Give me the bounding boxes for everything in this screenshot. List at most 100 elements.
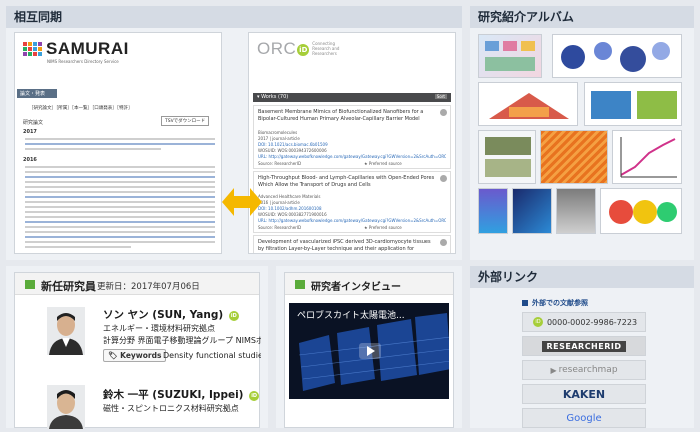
orcid-logo: ORC iD Connecting Research and Researche… [257, 39, 352, 59]
orcid-id-icon: iD [297, 44, 310, 56]
samurai-dots-icon [23, 42, 42, 56]
text-line [25, 216, 215, 218]
text-line [25, 143, 215, 145]
orcid-works-header: ▾ Works (70) Sort [253, 93, 451, 102]
orcid-badge-icon[interactable]: iD [249, 391, 260, 401]
keywords-label: Keywords [120, 351, 162, 360]
researcher-photo[interactable] [47, 307, 85, 355]
interview-section: 研究者インタビュー ペロブスカイト太陽電池... [276, 266, 462, 428]
tag-icon: 🏷 [108, 351, 118, 360]
researcher-name[interactable]: ソン ヤン (SUN, Yang) iD [103, 307, 239, 322]
orcid-work-preferred: ★ Preferred source [364, 161, 402, 166]
external-section-header: 外部リンク [470, 266, 694, 288]
orcid-badge-icon[interactable]: iD [228, 311, 239, 321]
samurai-download-button: TSVでダウンロード [161, 116, 210, 126]
samurai-subtitle: NIMS Researchers Directory Service [47, 59, 119, 64]
orcid-screenshot[interactable]: ORC iD Connecting Research and Researche… [248, 32, 456, 254]
album-image[interactable] [540, 130, 608, 184]
orcid-icon: iD [532, 317, 543, 327]
gear-icon [440, 175, 447, 182]
gear-icon [440, 239, 447, 246]
orcid-work-preferred: ★ Preferred source [364, 225, 402, 230]
orcid-work-item: High-Throughput Blood- and Lymph-Capilla… [253, 171, 451, 233]
album-image[interactable] [584, 82, 682, 126]
researcher-group: 計算分野 界面電子移動理論グループ NIMSポスドク [103, 336, 261, 345]
album-image[interactable] [478, 188, 508, 234]
external-section-title: 外部リンク [478, 270, 539, 284]
text-line [25, 176, 215, 178]
new-researchers-updated: 更新日：2017年07月06日 [97, 282, 200, 292]
samurai-logo-text: SAMURAI [46, 39, 129, 58]
researcher-name[interactable]: 鈴木 一平 (SUZUKI, Ippei) iD [103, 387, 260, 402]
text-line [25, 241, 215, 243]
orcid-work-item: Basement Membrane Mimics of Biofunctiona… [253, 105, 451, 169]
album-image[interactable] [478, 130, 536, 184]
samurai-logo: SAMURAI [23, 39, 129, 59]
play-icon: ▶ [550, 365, 557, 375]
researcherid-link-button[interactable]: RESEARCHERID [522, 336, 646, 356]
google-link-button[interactable]: Google [522, 408, 646, 428]
orcid-tagline: Connecting Research and Researchers [312, 41, 340, 56]
orcid-works-label: ▾ Works (70) [257, 94, 289, 100]
new-researchers-header: 新任研究員 更新日：2017年07月06日 [15, 273, 259, 295]
album-image[interactable] [612, 130, 682, 184]
text-line [25, 171, 215, 173]
album-image[interactable] [552, 34, 682, 78]
album-section-title: 研究紹介アルバム [478, 10, 574, 24]
samurai-screenshot[interactable]: SAMURAI NIMS Researchers Directory Servi… [14, 32, 222, 254]
researcher-name-text[interactable]: 鈴木 一平 (SUZUKI, Ippei) [103, 389, 243, 401]
orcid-work-title: High-Throughput Blood- and Lymph-Capilla… [258, 175, 435, 188]
text-line [25, 211, 215, 213]
google-logo: Google [566, 412, 602, 424]
text-line [25, 148, 161, 150]
sync-section-title: 相互同期 [14, 10, 63, 24]
researcher-name-text[interactable]: ソン ヤン (SUN, Yang) [103, 309, 223, 321]
keywords-button[interactable]: 🏷 Keywords [103, 349, 167, 362]
external-links-header: 外部での文献参照 [522, 294, 646, 312]
sync-section-body: SAMURAI NIMS Researchers Directory Servi… [6, 28, 462, 260]
album-image[interactable] [600, 188, 682, 234]
sync-section-header: 相互同期 [6, 6, 462, 28]
interview-title: 研究者インタビュー [311, 282, 401, 293]
text-line [25, 231, 215, 233]
external-links-list: 外部での文献参照 iD 0000-0002-9986-7223 RESEARCH… [522, 294, 646, 432]
album-image[interactable] [512, 188, 552, 234]
researchmap-link-button[interactable]: ▶ researchmap [522, 360, 646, 380]
samurai-label: 研究論文 [23, 120, 44, 126]
orcid-work-title: Basement Membrane Mimics of Biofunctiona… [258, 109, 424, 122]
researcher-entry[interactable]: ソン ヤン (SUN, Yang) iD エネルギー・環境材料研究拠点 計算分野… [15, 303, 261, 373]
play-button-icon[interactable] [359, 343, 381, 359]
samurai-tab: 論文・発表 [17, 89, 57, 98]
orcid-work-url: URL: http://gateway.webofknowledge.com/g… [258, 154, 446, 159]
section-marker-icon [25, 280, 35, 289]
orcid-work-url: URL: http://gateway.webofknowledge.com/g… [258, 218, 446, 223]
video-title: ペロブスカイト太陽電池... [297, 311, 405, 321]
orcid-link-button[interactable]: iD 0000-0002-9986-7223 [522, 312, 646, 332]
orcid-link-label: 0000-0002-9986-7223 [546, 317, 638, 327]
text-line [25, 226, 215, 228]
album-image[interactable] [478, 34, 542, 78]
researchmap-logo: researchmap [558, 365, 618, 375]
researcher-keywords: Density functional studies of [163, 351, 261, 360]
album-image[interactable] [556, 188, 596, 234]
new-researchers-title: 新任研究員 [41, 280, 96, 293]
interview-video[interactable]: ペロブスカイト太陽電池... [289, 303, 449, 399]
researcher-photo[interactable] [47, 385, 85, 429]
orcid-work-title: Development of vascularized iPSC derived… [258, 239, 431, 252]
new-researchers-section: 新任研究員 更新日：2017年07月06日 ソン ヤン (SUN, Yang) … [6, 266, 268, 431]
section-marker-icon [295, 280, 305, 289]
researcher-affiliation: 磁性・スピントロニクス材料研究拠点 [103, 404, 239, 413]
interview-card: 研究者インタビュー ペロブスカイト太陽電池... [284, 272, 454, 428]
text-line [25, 201, 215, 203]
text-line [25, 206, 215, 208]
researcher-entry[interactable]: 鈴木 一平 (SUZUKI, Ippei) iD 磁性・スピントロニクス材料研究… [15, 381, 260, 431]
orcid-sort-button: Sort [434, 94, 447, 99]
text-line [25, 246, 131, 248]
album-section-header: 研究紹介アルバム [470, 6, 694, 28]
researcherid-logo: RESEARCHERID [542, 340, 626, 352]
kaken-link-button[interactable]: KAKEN [522, 384, 646, 404]
external-section-body: 外部での文献参照 iD 0000-0002-9986-7223 RESEARCH… [470, 288, 694, 428]
album-image[interactable] [478, 82, 578, 126]
text-line [25, 236, 215, 238]
researcher-affiliation: エネルギー・環境材料研究拠点 [103, 324, 215, 333]
